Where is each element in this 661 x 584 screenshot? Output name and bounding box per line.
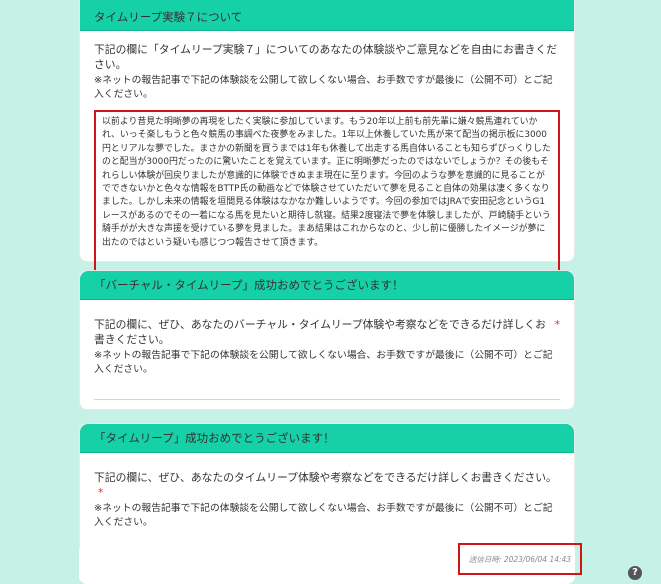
required-marker: * [98, 486, 104, 499]
section-virtual-timeleap: 「バーチャル・タイムリープ」成功おめでとうございます！ 下記の欄に、ぜひ、あなた… [79, 270, 575, 410]
note-text: ※ネットの報告記事で下記の体験談を公開して欲しくない場合、お手数ですが最後に（公… [94, 350, 553, 375]
section-header: 「タイムリープ」成功おめでとうございます！ [80, 424, 574, 453]
question-text: 下記の欄に「タイムリープ実験７」についてのあなたの体験談やご意見などを自由にお書… [94, 43, 558, 71]
section-header: 「バーチャル・タイムリープ」成功おめでとうございます！ [80, 271, 574, 300]
note-text: ※ネットの報告記事で下記の体験談を公開して欲しくない場合、お手数ですが最後に（公… [94, 75, 553, 100]
section-timeleap-experiment: タイムリープ実験７について 下記の欄に「タイムリープ実験７」についてのあなたの体… [79, 0, 575, 272]
sent-timestamp: 送信日時: 2023/06/04 14:43 [458, 543, 582, 575]
answer-input[interactable] [94, 399, 560, 400]
question-label: 下記の欄に、ぜひ、あなたのタイムリープ体験や考察などをできるだけ詳しくお書きくだ… [94, 471, 557, 484]
question-label: 下記の欄に、ぜひ、あなたのバーチャル・タイムリープ体験や考察などをできるだけ詳し… [94, 318, 546, 346]
answer-text[interactable]: 以前より昔見た明晰夢の再現をしたく実験に参加しています。もう20年以上前も前先輩… [94, 110, 560, 272]
question-text: 下記の欄に、ぜひ、あなたのタイムリープ体験や考察などをできるだけ詳しくお書きくだ… [94, 470, 560, 500]
help-icon[interactable]: ? [628, 566, 642, 580]
required-marker: * [554, 318, 560, 331]
question-text: 下記の欄に、ぜひ、あなたのバーチャル・タイムリープ体験や考察などをできるだけ詳し… [94, 317, 560, 347]
note-text: ※ネットの報告記事で下記の体験談を公開して欲しくない場合、お手数ですが最後に（公… [94, 503, 553, 528]
section-header: タイムリープ実験７について [80, 0, 574, 31]
section-timeleap: 「タイムリープ」成功おめでとうございます！ 下記の欄に、ぜひ、あなたのタイムリー… [79, 423, 575, 556]
